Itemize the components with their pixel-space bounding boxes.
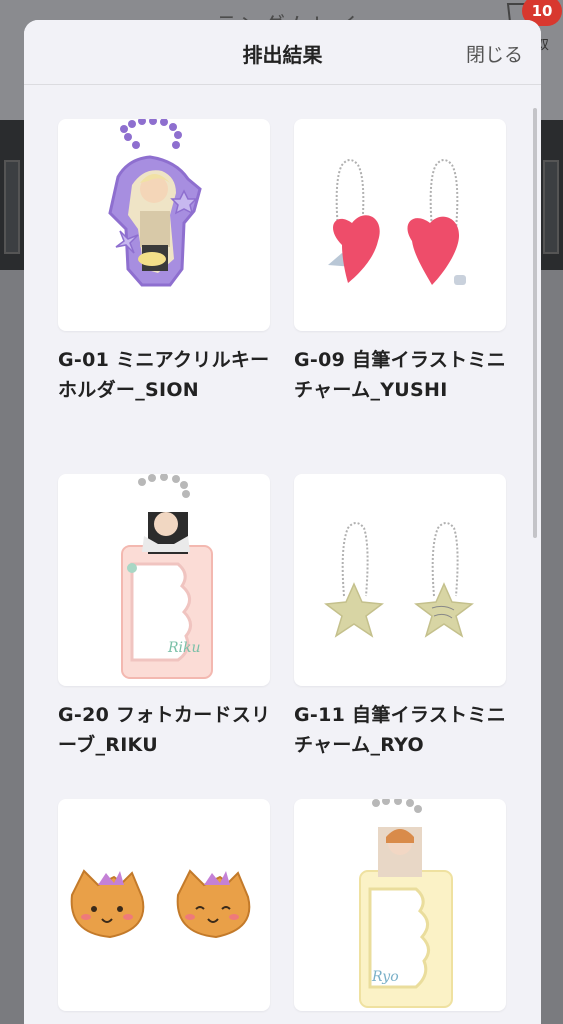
item-image-card[interactable] — [58, 119, 270, 331]
item-image-card[interactable] — [294, 119, 506, 331]
scrollbar[interactable] — [533, 108, 537, 538]
banner-right-edge — [543, 160, 559, 254]
sheet-header: 排出結果 閉じる — [24, 20, 541, 85]
svg-text:Ryo: Ryo — [371, 969, 399, 985]
item-image-card[interactable] — [294, 474, 506, 686]
results-sheet: 排出結果 閉じる G-01 ミニアクリルキーホルダー_SION G-09 自筆イ… — [24, 20, 541, 1024]
acrylic-keychain-image — [108, 119, 202, 287]
item-image-card[interactable]: Ryo — [294, 799, 506, 1011]
item-image-card[interactable] — [58, 799, 270, 1011]
banner-left-edge — [4, 160, 20, 254]
item-name: G-09 自筆イラストミニチャーム_YUSHI — [294, 349, 507, 401]
sheet-title: 排出結果 — [242, 43, 323, 67]
item-name: G-01 ミニアクリルキーホルダー_SION — [58, 349, 270, 401]
photocard-sleeve-image: Riku — [121, 474, 213, 679]
item-image-card[interactable]: Riku — [58, 474, 270, 686]
heart-charm-image — [328, 159, 466, 285]
item-name: G-20 フォトカードスリーブ_RIKU — [58, 704, 271, 756]
photocard-sleeve-image: Ryo — [359, 799, 453, 1008]
cat-badge-image — [70, 869, 251, 939]
svg-text:Riku: Riku — [167, 640, 201, 656]
item-name: G-11 自筆イラストミニチャーム_RYO — [294, 704, 507, 756]
close-button[interactable]: 閉じる — [466, 40, 523, 67]
star-charm-image — [324, 522, 474, 638]
